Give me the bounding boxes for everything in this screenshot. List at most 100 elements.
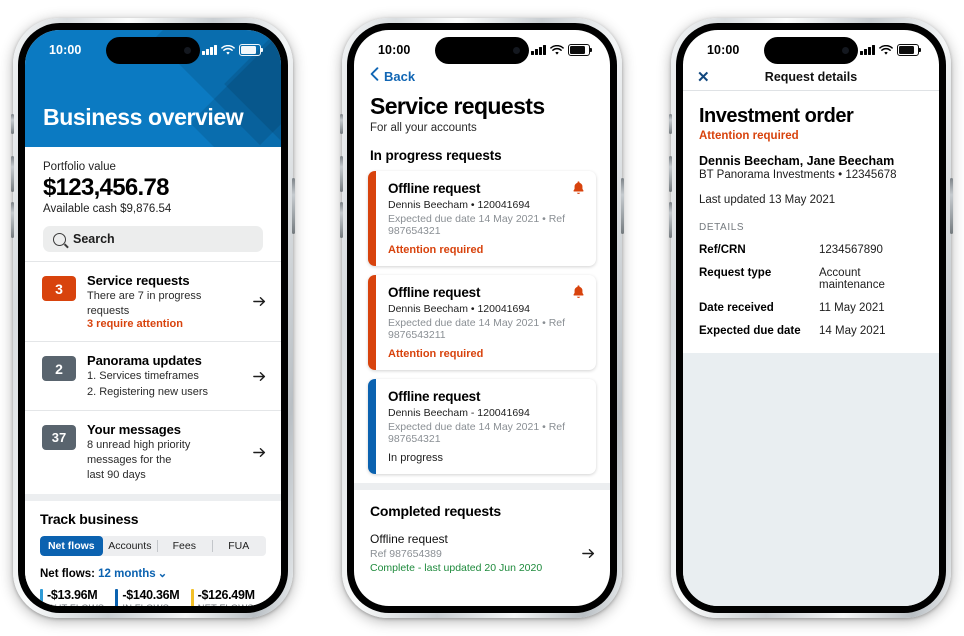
list-item-content: Service requests There are 7 in progress… bbox=[87, 273, 241, 330]
search-input[interactable]: Search bbox=[43, 226, 263, 252]
stat-label: OUT FLOWS bbox=[47, 603, 115, 606]
request-card[interactable]: Offline request Dennis Beecham • 1200416… bbox=[368, 275, 596, 371]
request-card-client: Dennis Beecham • 120041694 bbox=[388, 199, 531, 212]
battery-icon bbox=[897, 44, 921, 56]
detail-value: 14 May 2021 bbox=[819, 325, 886, 337]
power-button[interactable] bbox=[621, 178, 624, 234]
client-names: Dennis Beecham, Jane Beecham bbox=[699, 154, 895, 168]
overview-body: Portfolio value $123,456.78 Available ca… bbox=[25, 147, 281, 606]
stat-net-flows: -$126.49M NET FLOWS bbox=[190, 587, 266, 606]
request-card-client: Dennis Beecham - 120041694 bbox=[388, 407, 530, 420]
page-title: Business overview bbox=[43, 104, 244, 130]
bell-icon bbox=[571, 284, 586, 300]
power-button[interactable] bbox=[950, 178, 953, 234]
stat-value: -$126.49M bbox=[197, 587, 255, 602]
request-card[interactable]: Offline request Dennis Beecham • 1200416… bbox=[368, 171, 596, 267]
front-camera-icon bbox=[184, 47, 191, 54]
back-label: Back bbox=[384, 68, 416, 84]
last-updated: Last updated 13 May 2021 bbox=[699, 194, 836, 206]
status-icons bbox=[202, 44, 263, 56]
silent-switch[interactable] bbox=[11, 114, 14, 134]
detail-key: Date received bbox=[699, 302, 774, 314]
screenshot-stage: 10:00 Business overview Portfolio value … bbox=[0, 0, 964, 636]
track-business-heading: Track business bbox=[40, 510, 139, 527]
volume-up-button[interactable] bbox=[340, 156, 343, 192]
page-title: Service requests bbox=[370, 93, 545, 119]
request-card-meta: Expected due date 14 May 2021 • Ref 9876… bbox=[388, 213, 566, 238]
tab-accounts[interactable]: Accounts bbox=[103, 536, 157, 556]
volume-down-button[interactable] bbox=[340, 202, 343, 238]
list-item-title: Your messages bbox=[87, 422, 181, 438]
volume-up-button[interactable] bbox=[11, 156, 14, 192]
request-card-body: Offline request Dennis Beecham • 1200416… bbox=[376, 275, 596, 370]
request-card-meta: Expected due date 14 May 2021 • Ref 9876… bbox=[388, 421, 566, 446]
request-details-body: Investment order Attention required Denn… bbox=[683, 91, 939, 337]
overview-list: 3 Service requests There are 7 in progre… bbox=[25, 261, 281, 494]
wifi-icon bbox=[879, 44, 893, 55]
detail-row: Ref/CRN 1234567890 bbox=[699, 244, 923, 256]
status-strip bbox=[368, 171, 376, 267]
completed-request-title: Offline request bbox=[370, 532, 448, 547]
request-card-title: Offline request bbox=[388, 181, 481, 197]
detail-key: Request type bbox=[699, 267, 772, 279]
page-subtitle: For all your accounts bbox=[370, 122, 477, 135]
tab-fees[interactable]: Fees bbox=[157, 536, 211, 556]
request-card-client: Dennis Beecham • 120041694 bbox=[388, 303, 531, 316]
request-card-body: Offline request Dennis Beecham - 1200416… bbox=[376, 379, 596, 474]
screen-business-overview: 10:00 Business overview Portfolio value … bbox=[25, 30, 281, 606]
completed-request-row[interactable]: Offline request Ref 987654389 Complete -… bbox=[354, 519, 610, 574]
detail-row: Request type Account maintenance bbox=[699, 267, 923, 291]
list-item-content: Your messages 8 unread high priority mes… bbox=[87, 422, 241, 483]
stat-label: IN FLOWS bbox=[122, 603, 190, 606]
list-item-title: Service requests bbox=[87, 273, 190, 288]
phone-bezel: 10:00 ✕ Request details Investment order… bbox=[676, 23, 946, 613]
page-header: Service requests For all your accounts bbox=[354, 88, 610, 134]
request-card[interactable]: Offline request Dennis Beecham - 1200416… bbox=[368, 379, 596, 475]
bell-icon bbox=[571, 180, 586, 196]
badge-count: 3 bbox=[42, 276, 76, 301]
signal-bars-icon bbox=[202, 45, 217, 55]
list-item-your-messages[interactable]: 37 Your messages 8 unread high priority … bbox=[25, 410, 281, 494]
volume-down-button[interactable] bbox=[11, 202, 14, 238]
details-section-heading: DETAILS bbox=[699, 222, 745, 233]
status-time: 10:00 bbox=[378, 43, 411, 57]
detail-key: Ref/CRN bbox=[699, 244, 746, 256]
detail-key: Expected due date bbox=[699, 325, 801, 337]
arrow-right-icon bbox=[252, 294, 267, 309]
dynamic-island bbox=[106, 37, 200, 64]
list-item-service-requests[interactable]: 3 Service requests There are 7 in progre… bbox=[25, 261, 281, 341]
chevron-left-icon bbox=[370, 66, 379, 86]
status-strip bbox=[368, 379, 376, 475]
list-item-sub2: 2. Registering new users bbox=[87, 385, 209, 398]
status-strip bbox=[368, 275, 376, 371]
close-icon[interactable]: ✕ bbox=[697, 70, 710, 85]
phone-request-details: 10:00 ✕ Request details Investment order… bbox=[669, 18, 953, 618]
list-item-panorama-updates[interactable]: 2 Panorama updates 1. Services timeframe… bbox=[25, 341, 281, 410]
phone-bezel: 10:00 Business overview Portfolio value … bbox=[18, 23, 288, 613]
list-item-content: Panorama updates 1. Services timeframes … bbox=[87, 353, 241, 399]
phone-business-overview: 10:00 Business overview Portfolio value … bbox=[11, 18, 295, 618]
power-button[interactable] bbox=[292, 178, 295, 234]
silent-switch[interactable] bbox=[340, 114, 343, 134]
request-card-status: Attention required bbox=[388, 348, 484, 361]
portfolio-label: Portfolio value bbox=[43, 161, 116, 173]
status-time: 10:00 bbox=[707, 43, 740, 57]
period-value: 12 months bbox=[98, 567, 156, 580]
tab-fua[interactable]: FUA bbox=[211, 536, 266, 556]
volume-down-button[interactable] bbox=[669, 202, 672, 238]
silent-switch[interactable] bbox=[669, 114, 672, 134]
request-card-body: Offline request Dennis Beecham • 1200416… bbox=[376, 171, 596, 266]
stat-value: -$13.96M bbox=[47, 587, 98, 602]
volume-up-button[interactable] bbox=[669, 156, 672, 192]
tab-net-flows[interactable]: Net flows bbox=[40, 535, 103, 556]
list-item-sub: 1. Services timeframes bbox=[87, 370, 199, 383]
period-selector[interactable]: Net flows: 12 months ⌄ bbox=[40, 566, 266, 580]
section-heading-in-progress: In progress requests bbox=[370, 148, 502, 164]
badge-count: 2 bbox=[42, 356, 76, 382]
front-camera-icon bbox=[842, 47, 849, 54]
request-card-status: In progress bbox=[388, 452, 444, 465]
chevron-down-icon: ⌄ bbox=[157, 567, 168, 580]
arrow-right-icon bbox=[252, 369, 267, 384]
battery-icon bbox=[239, 44, 263, 56]
back-button[interactable]: Back bbox=[354, 64, 610, 88]
